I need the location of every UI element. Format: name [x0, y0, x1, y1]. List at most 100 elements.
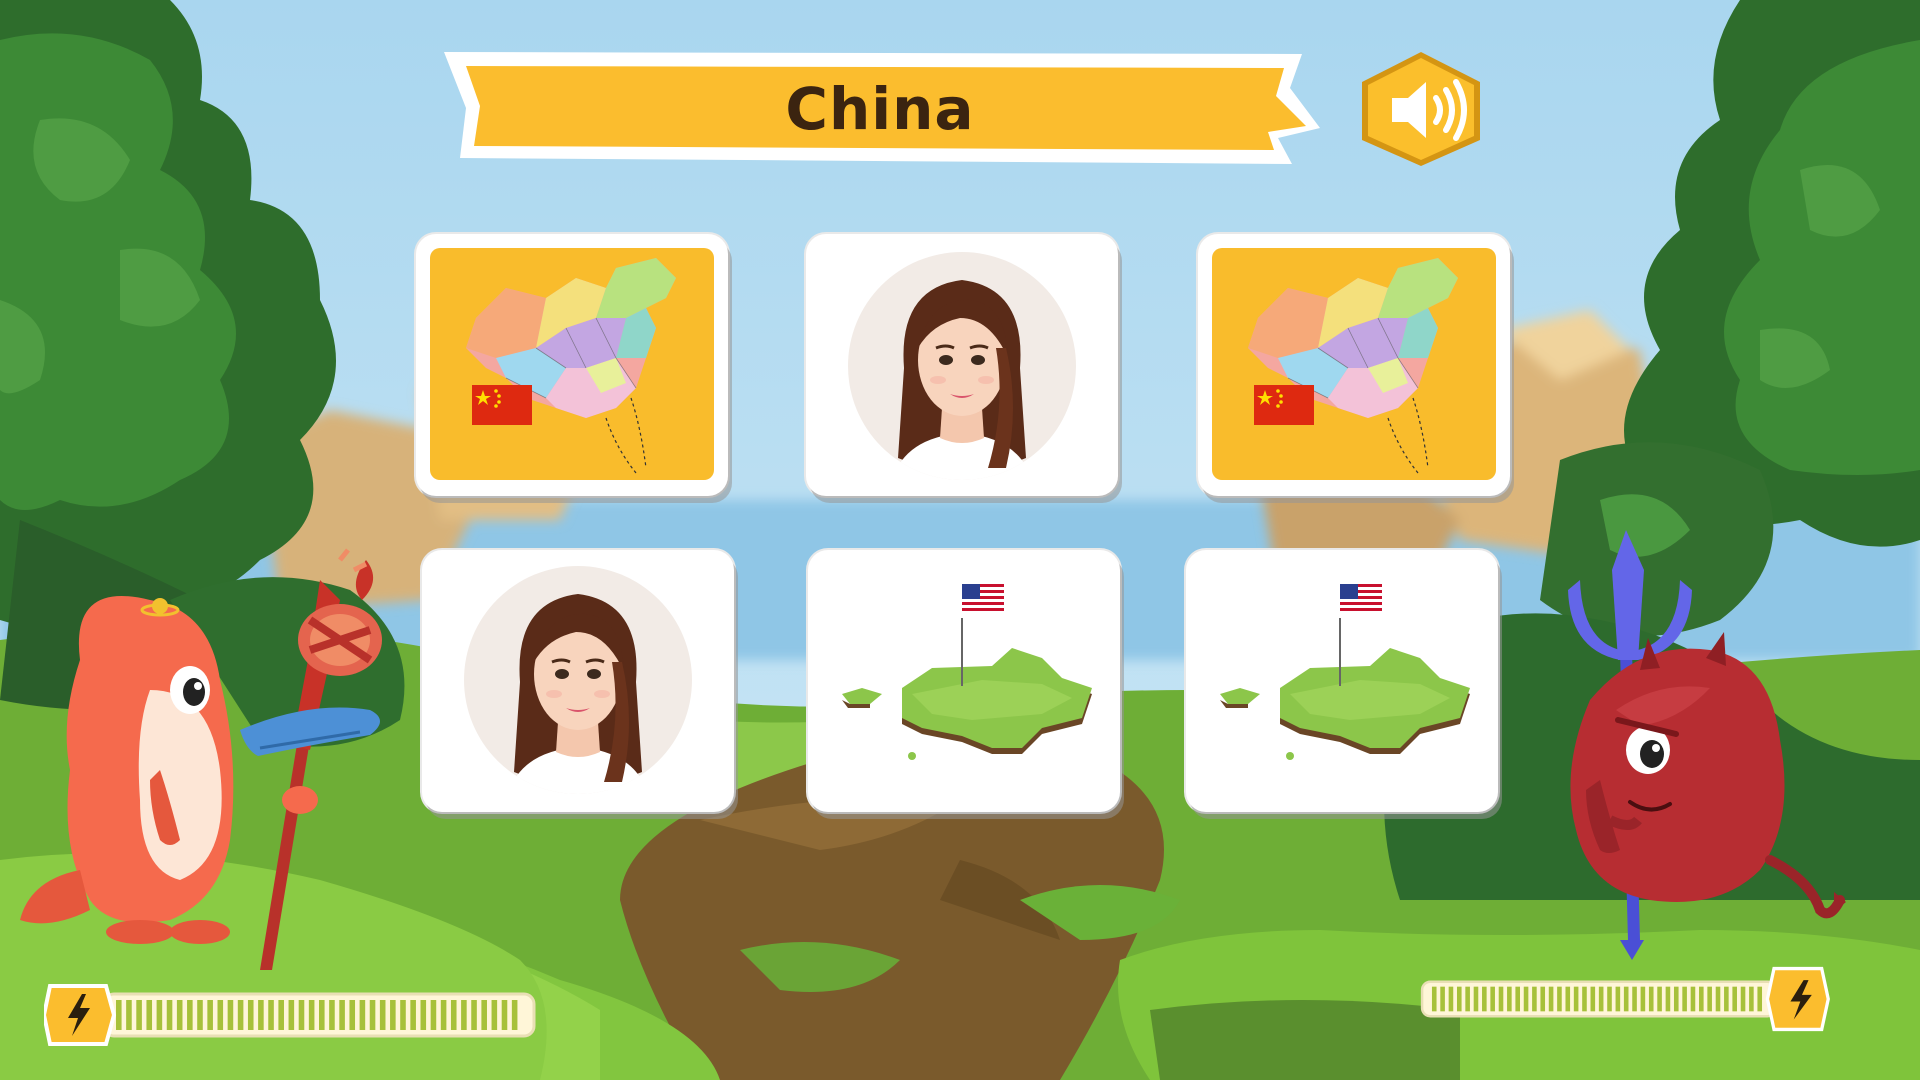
- energy-segment: [1682, 986, 1687, 1012]
- energy-segment: [410, 1000, 416, 1030]
- player-energy-bar: [44, 984, 536, 1046]
- energy-segment: [1515, 986, 1521, 1012]
- energy-segment: [237, 1000, 244, 1030]
- energy-segment: [319, 1000, 325, 1030]
- energy-segment: [1673, 986, 1679, 1012]
- woman-portrait-image: [848, 252, 1076, 480]
- energy-segment: [1431, 986, 1437, 1012]
- energy-segment: [1548, 986, 1554, 1012]
- energy-segment: [1590, 986, 1596, 1012]
- usa-map-image: [1220, 584, 1470, 760]
- energy-segment: [420, 1000, 427, 1030]
- energy-segment: [1648, 986, 1654, 1012]
- energy-segment: [278, 1000, 284, 1030]
- energy-segment: [187, 1000, 193, 1030]
- energy-segment: [116, 1000, 122, 1030]
- answer-card-4[interactable]: [422, 550, 734, 812]
- lightning-icon: [1765, 966, 1830, 1032]
- energy-segment: [440, 1000, 447, 1030]
- answer-card-5[interactable]: [808, 550, 1120, 812]
- energy-segment: [1707, 986, 1712, 1012]
- energy-segment: [390, 1000, 396, 1030]
- energy-segment: [1507, 986, 1512, 1012]
- energy-segment: [1557, 986, 1562, 1012]
- woman-portrait-image: [464, 566, 692, 794]
- usa-map-image: [842, 584, 1092, 760]
- energy-segment: [1757, 986, 1763, 1012]
- china-map-image: [1248, 258, 1458, 474]
- china-flag-icon: [472, 385, 532, 425]
- energy-segment: [1473, 986, 1479, 1012]
- energy-segment: [136, 1000, 142, 1030]
- energy-segment: [1690, 986, 1696, 1012]
- energy-segment: [1598, 986, 1604, 1012]
- energy-segment: [1749, 986, 1754, 1012]
- energy-segment: [288, 1000, 295, 1030]
- energy-segment: [126, 1000, 132, 1030]
- energy-segment: [1448, 986, 1454, 1012]
- enemy-energy-bar: [1420, 966, 1830, 1032]
- usa-flag-icon: [1340, 584, 1382, 614]
- energy-segment: [1490, 986, 1495, 1012]
- energy-segment: [1582, 986, 1587, 1012]
- energy-segment: [1699, 986, 1704, 1012]
- energy-segment: [511, 1000, 518, 1030]
- energy-segment: [1523, 986, 1529, 1012]
- energy-segment: [227, 1000, 234, 1030]
- energy-segment: [1465, 986, 1470, 1012]
- energy-segment: [1456, 986, 1462, 1012]
- energy-segment: [247, 1000, 254, 1030]
- energy-segment: [1665, 986, 1671, 1012]
- energy-segment: [166, 1000, 173, 1030]
- answer-card-1[interactable]: [416, 234, 728, 496]
- energy-segment: [1498, 986, 1504, 1012]
- energy-segment: [1732, 986, 1737, 1012]
- energy-segment: [217, 1000, 224, 1030]
- energy-segment: [1540, 986, 1546, 1012]
- energy-segment: [1615, 986, 1621, 1012]
- enemy-character: [1568, 530, 1846, 960]
- energy-segment: [1573, 986, 1579, 1012]
- energy-segment: [268, 1000, 274, 1030]
- energy-segment: [491, 1000, 498, 1030]
- energy-segment: [298, 1000, 305, 1030]
- usa-flag-icon: [962, 584, 1004, 614]
- energy-segment: [369, 1000, 376, 1030]
- energy-segment: [471, 1000, 477, 1030]
- energy-segment: [1440, 986, 1445, 1012]
- energy-segment: [197, 1000, 203, 1030]
- energy-segment: [1607, 986, 1612, 1012]
- energy-segment: [1740, 986, 1746, 1012]
- answer-card-6[interactable]: [1186, 550, 1498, 812]
- energy-segment: [1657, 986, 1662, 1012]
- lightning-icon: [44, 984, 117, 1046]
- energy-segment: [400, 1000, 406, 1030]
- energy-segment: [430, 1000, 437, 1030]
- energy-segment: [258, 1000, 264, 1030]
- energy-segment: [1482, 986, 1487, 1012]
- answer-card-3[interactable]: [1198, 234, 1510, 496]
- wizard-staff: [260, 548, 382, 970]
- energy-segment: [481, 1000, 487, 1030]
- energy-segment: [176, 1000, 183, 1030]
- energy-segment: [1623, 986, 1629, 1012]
- energy-segment: [329, 1000, 335, 1030]
- energy-segment: [450, 1000, 457, 1030]
- answer-card-2[interactable]: [806, 234, 1118, 496]
- energy-segment: [461, 1000, 467, 1030]
- energy-segment: [339, 1000, 345, 1030]
- energy-segment: [1640, 986, 1646, 1012]
- energy-segment: [1632, 986, 1637, 1012]
- energy-segment: [359, 1000, 366, 1030]
- energy-segment: [1715, 986, 1721, 1012]
- question-title: China: [785, 75, 975, 143]
- energy-segment: [1565, 986, 1571, 1012]
- energy-segment: [308, 1000, 315, 1030]
- energy-segment: [156, 1000, 163, 1030]
- energy-segment: [379, 1000, 386, 1030]
- china-map-image: [466, 258, 676, 474]
- audio-button[interactable]: [1358, 50, 1484, 168]
- energy-segment: [349, 1000, 356, 1030]
- energy-segment: [1724, 986, 1729, 1012]
- energy-segment: [1532, 986, 1537, 1012]
